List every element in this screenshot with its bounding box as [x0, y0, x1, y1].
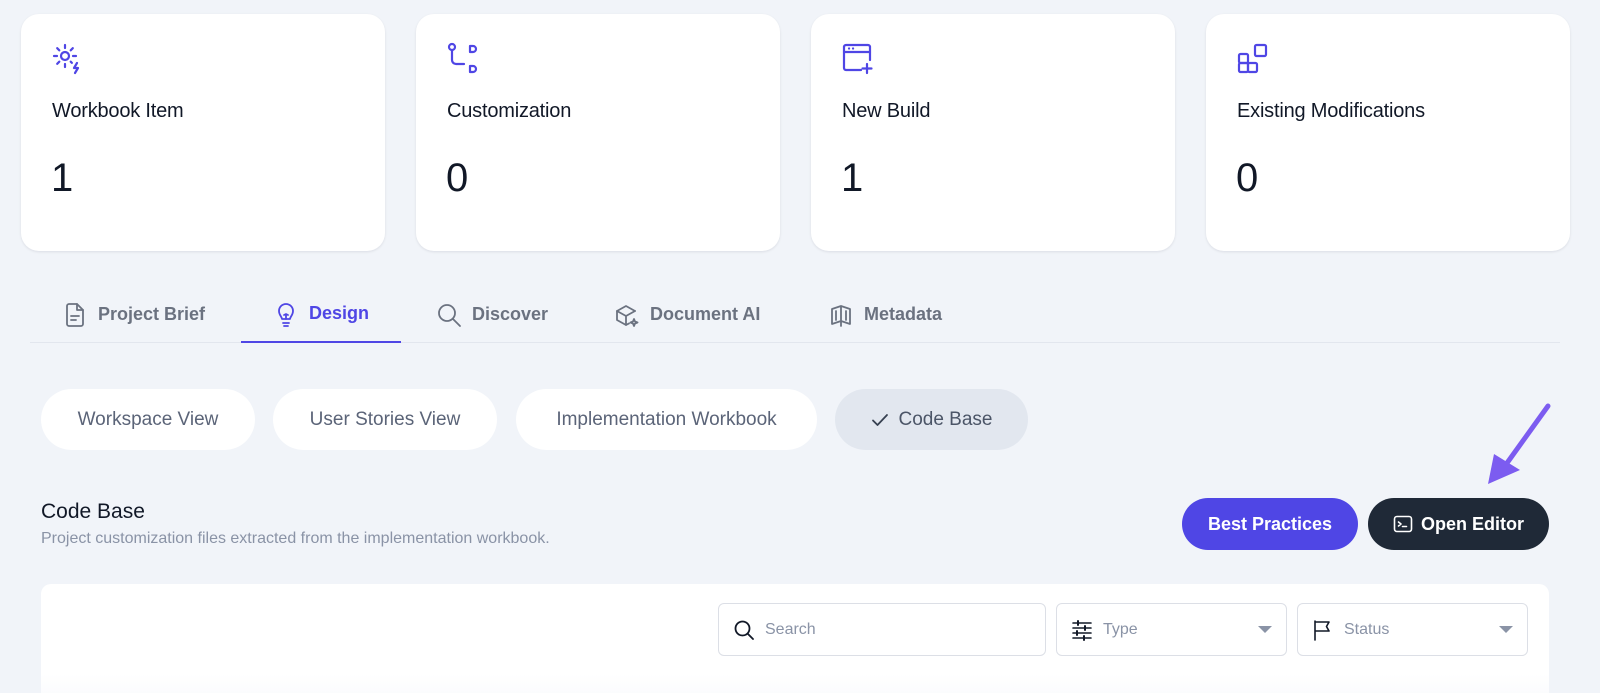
type-filter-dropdown[interactable]: Type: [1056, 603, 1287, 656]
tab-document-ai[interactable]: Document AI: [582, 286, 792, 343]
document-icon: [66, 302, 84, 327]
card-value: 0: [1236, 156, 1259, 200]
stat-card-customization: Customization 0: [416, 14, 780, 251]
tab-bar: Project Brief Design Discover Document A…: [30, 286, 1560, 343]
flag-icon: [1314, 619, 1330, 641]
tab-label: Document AI: [650, 304, 761, 324]
card-label: New Build: [842, 100, 931, 122]
stat-card-existing-modifications: Existing Modifications 0: [1206, 14, 1570, 251]
tab-metadata[interactable]: Metadata: [796, 286, 974, 343]
view-code-base-button[interactable]: Code Base: [835, 389, 1028, 450]
book-open-icon: [831, 304, 851, 327]
search-icon: [734, 620, 754, 640]
button-label: Best Practices: [1207, 513, 1333, 534]
section-subtitle: Project customization files extracted fr…: [41, 530, 550, 547]
status-filter-dropdown[interactable]: Status: [1297, 603, 1528, 656]
code-base-panel: Type Status: [41, 584, 1549, 693]
card-value: 1: [51, 156, 74, 200]
pill-label: Implementation Workbook: [556, 408, 777, 430]
view-implementation-workbook-button[interactable]: Implementation Workbook: [516, 389, 817, 450]
blocks-icon: [1236, 42, 1270, 76]
open-editor-button[interactable]: Open Editor: [1368, 498, 1549, 550]
section-title: Code Base: [41, 500, 145, 523]
status-filter-label: Status: [1344, 620, 1390, 638]
search-input[interactable]: [765, 620, 1005, 639]
tab-discover[interactable]: Discover: [404, 286, 580, 343]
search-icon: [438, 303, 461, 327]
tab-label: Metadata: [864, 304, 943, 324]
git-branch-icon: [446, 42, 480, 76]
stat-card-workbook-item: Workbook Item 1: [21, 14, 385, 251]
window-plus-icon: [841, 42, 875, 76]
cube-sparkle-icon: [616, 304, 639, 327]
chevron-down-icon: [1258, 626, 1272, 633]
tab-design[interactable]: Design: [241, 286, 402, 343]
gear-bolt-icon: [51, 42, 85, 76]
tab-label: Project Brief: [98, 304, 206, 324]
pill-label: Workspace View: [77, 408, 219, 430]
best-practices-button[interactable]: Best Practices: [1182, 498, 1358, 550]
checkmark-icon: [872, 413, 889, 426]
card-label: Workbook Item: [52, 100, 184, 122]
card-label: Existing Modifications: [1237, 100, 1425, 122]
card-value: 0: [446, 156, 469, 200]
button-label: Open Editor: [1421, 513, 1524, 534]
filter-sliders-icon: [1072, 619, 1092, 641]
type-filter-label: Type: [1103, 620, 1138, 638]
view-workspace-button[interactable]: Workspace View: [41, 389, 255, 450]
stat-cards: Workbook Item 1 Customization 0 New Buil…: [21, 14, 1570, 251]
tab-project-brief[interactable]: Project Brief: [30, 286, 237, 343]
tab-label: Discover: [472, 304, 549, 324]
annotation-arrow-icon: [1488, 403, 1551, 484]
terminal-icon: [1393, 515, 1413, 533]
panel-fade: [41, 674, 1549, 693]
lightbulb-icon: [278, 302, 294, 327]
view-user-stories-button[interactable]: User Stories View: [273, 389, 497, 450]
tab-label: Design: [309, 303, 370, 323]
card-label: Customization: [447, 100, 572, 122]
pill-label: Code Base: [898, 408, 993, 430]
pill-label: User Stories View: [309, 408, 461, 430]
card-value: 1: [841, 156, 864, 200]
chevron-down-icon: [1499, 626, 1513, 633]
search-field[interactable]: [718, 603, 1046, 656]
stat-card-new-build: New Build 1: [811, 14, 1175, 251]
